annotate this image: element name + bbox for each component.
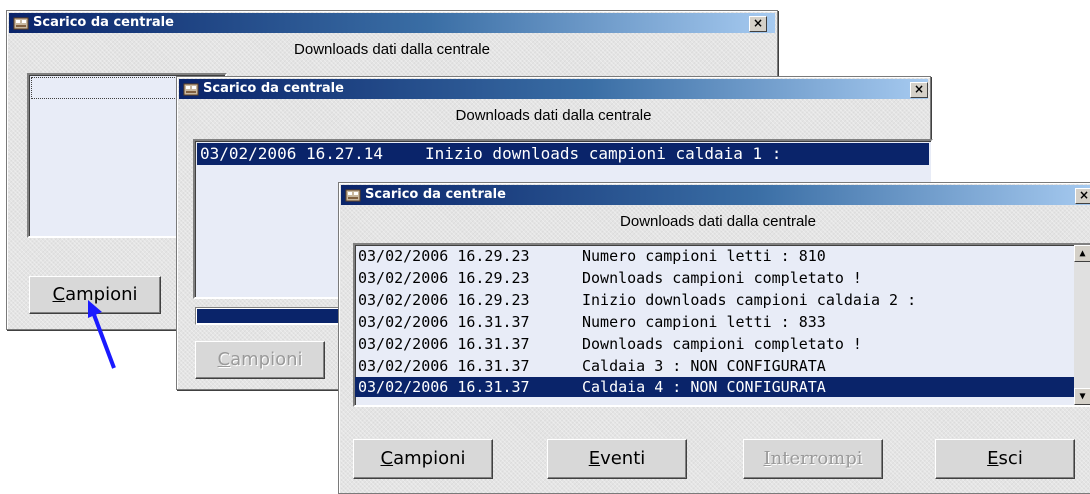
window-title: Scarico da centrale xyxy=(33,15,174,30)
campioni-button[interactable]: Campioni xyxy=(195,341,325,379)
title-bar-2[interactable]: Scarico da centrale xyxy=(179,79,928,99)
close-icon[interactable]: × xyxy=(910,82,928,98)
window-title: Scarico da centrale xyxy=(203,81,344,96)
list-item[interactable]: 03/02/2006 16.29.23 Inizio downloads cam… xyxy=(355,289,1090,311)
close-icon[interactable]: × xyxy=(1075,188,1090,204)
scroll-up-icon[interactable]: ▲ xyxy=(1074,245,1090,262)
app-icon xyxy=(183,83,199,96)
title-bar-1[interactable]: Scarico da centrale xyxy=(9,13,775,33)
list-item[interactable]: 03/02/2006 16.27.14 Inizio downloads cam… xyxy=(197,143,929,165)
window-title: Scarico da centrale xyxy=(365,187,506,202)
list-item[interactable]: 03/02/2006 16.29.23 Numero campioni lett… xyxy=(355,245,1090,267)
scroll-down-icon[interactable]: ▼ xyxy=(1074,388,1090,405)
list-item[interactable]: 03/02/2006 16.29.23 Downloads campioni c… xyxy=(355,267,1090,289)
esci-button[interactable]: Esci xyxy=(935,439,1075,479)
list-item[interactable]: 03/02/2006 16.31.37 Numero campioni lett… xyxy=(355,311,1090,333)
arrow-icon xyxy=(88,300,116,369)
app-icon xyxy=(345,189,361,202)
eventi-button[interactable]: Eventi xyxy=(547,439,687,479)
title-bar-3[interactable]: Scarico da centrale xyxy=(341,185,1090,205)
campioni-button[interactable]: Campioni xyxy=(353,439,493,479)
app-icon xyxy=(13,17,29,30)
close-icon[interactable]: × xyxy=(749,16,767,32)
dialog-subtitle: Downloads dati dalla centrale xyxy=(620,213,816,230)
log-list[interactable]: 03/02/2006 16.29.23 Numero campioni lett… xyxy=(353,243,1090,407)
interrompi-button[interactable]: Interrompi xyxy=(743,439,883,479)
list-item-selected[interactable]: 03/02/2006 16.31.37 Caldaia 4 : NON CONF… xyxy=(355,377,1075,397)
dialog-window-3: Scarico da centrale × Downloads dati dal… xyxy=(338,182,1090,494)
dialog-subtitle: Downloads dati dalla centrale xyxy=(455,107,652,124)
list-item[interactable]: 03/02/2006 16.31.37 Caldaia 3 : NON CONF… xyxy=(355,355,1090,377)
vertical-scrollbar[interactable]: ▲ ▼ xyxy=(1074,245,1090,405)
dialog-subtitle: Downloads dati dalla centrale xyxy=(294,41,490,58)
list-item[interactable]: 03/02/2006 16.31.37 Downloads campioni c… xyxy=(355,333,1090,355)
